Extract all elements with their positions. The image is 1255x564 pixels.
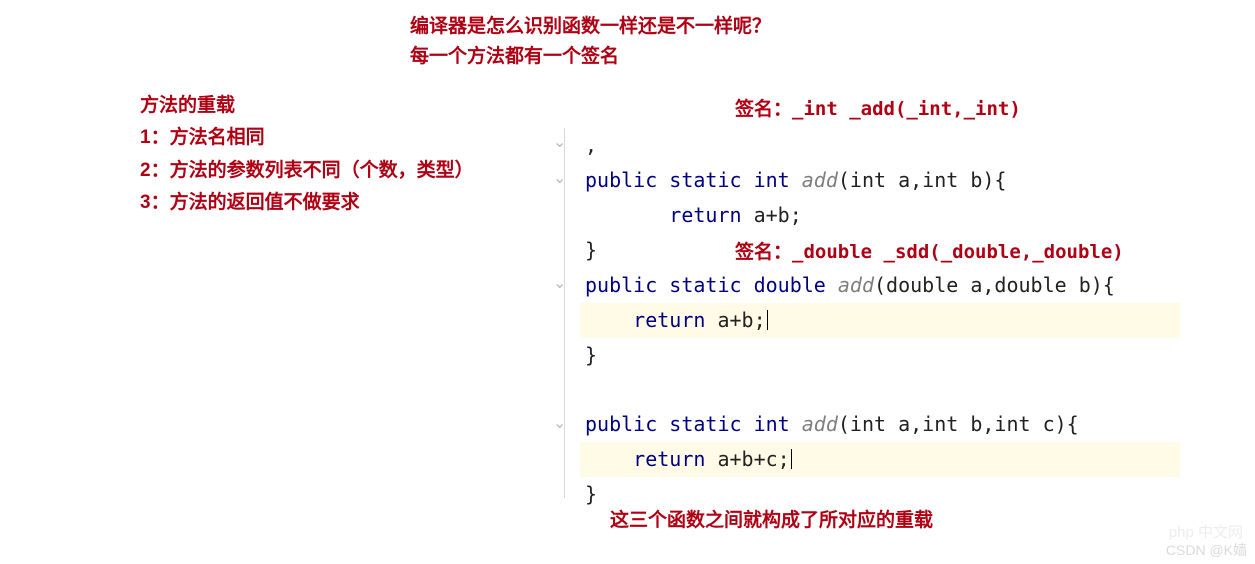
code-line-return2: return a+b; bbox=[585, 303, 1180, 338]
params: (int a,int b,int c){ bbox=[838, 412, 1079, 436]
fn-add: add bbox=[802, 168, 838, 192]
cursor-icon bbox=[791, 449, 792, 469]
type-double: double bbox=[754, 273, 826, 297]
kw-static: static bbox=[669, 168, 741, 192]
kw-public: public bbox=[585, 412, 657, 436]
comma: , bbox=[585, 133, 597, 157]
highlighted-line: return a+b+c; bbox=[580, 442, 1180, 477]
highlighted-line: return a+b; bbox=[580, 303, 1180, 338]
code-block: , public static int add(int a,int b){ re… bbox=[535, 128, 1225, 512]
kw-static: static bbox=[669, 273, 741, 297]
brace-close: } bbox=[585, 343, 597, 367]
code-line-return3: return a+b+c; bbox=[585, 442, 1180, 477]
kw-return: return bbox=[633, 308, 705, 332]
header-questions: 编译器是怎么识别函数一样还是不一样呢？ 每一个方法都有一个签名 bbox=[410, 12, 771, 73]
header-line2: 每一个方法都有一个签名 bbox=[410, 42, 771, 72]
code-line-return1: return a+b; bbox=[535, 198, 1225, 233]
rules-title: 方法的重载 bbox=[140, 90, 474, 122]
kw-return: return bbox=[669, 203, 741, 227]
rule-1: 1：方法名相同 bbox=[140, 122, 474, 154]
code-line-method1: public static int add(int a,int b){ bbox=[535, 163, 1225, 198]
watermark-csdn: CSDN @K嫱 bbox=[1166, 540, 1247, 560]
brace-close: } bbox=[585, 238, 597, 262]
ret-expr: a+b; bbox=[742, 203, 802, 227]
type-int: int bbox=[754, 412, 790, 436]
signature-1: 签名：_int _add(_int,_int) bbox=[735, 94, 1021, 121]
brace-close: } bbox=[585, 482, 597, 506]
header-line1: 编译器是怎么识别函数一样还是不一样呢？ bbox=[410, 12, 771, 42]
kw-public: public bbox=[585, 168, 657, 192]
bottom-note: 这三个函数之间就构成了所对应的重载 bbox=[610, 505, 933, 532]
type-int: int bbox=[754, 168, 790, 192]
code-line-close1: } bbox=[535, 233, 1225, 268]
kw-return: return bbox=[633, 447, 705, 471]
kw-static: static bbox=[669, 412, 741, 436]
fn-add: add bbox=[802, 412, 838, 436]
ret-expr: a+b; bbox=[705, 308, 765, 332]
kw-public: public bbox=[585, 273, 657, 297]
rule-2: 2：方法的参数列表不同（个数，类型） bbox=[140, 155, 474, 187]
rule-3: 3：方法的返回值不做要求 bbox=[140, 187, 474, 219]
cursor-icon bbox=[767, 310, 768, 330]
blank-line bbox=[535, 373, 1225, 407]
params: (int a,int b){ bbox=[838, 168, 1007, 192]
overload-rules: 方法的重载 1：方法名相同 2：方法的参数列表不同（个数，类型） 3：方法的返回… bbox=[140, 90, 474, 219]
code-line-close2: } bbox=[535, 338, 1225, 373]
fn-add: add bbox=[838, 273, 874, 297]
ret-expr: a+b+c; bbox=[705, 447, 789, 471]
watermark-php: php 中文网 bbox=[1169, 521, 1243, 542]
code-line-method2: public static double add(double a,double… bbox=[535, 268, 1225, 303]
params: (double a,double b){ bbox=[874, 273, 1115, 297]
code-line: , bbox=[535, 128, 1225, 163]
code-line-method3: public static int add(int a,int b,int c)… bbox=[535, 407, 1225, 442]
